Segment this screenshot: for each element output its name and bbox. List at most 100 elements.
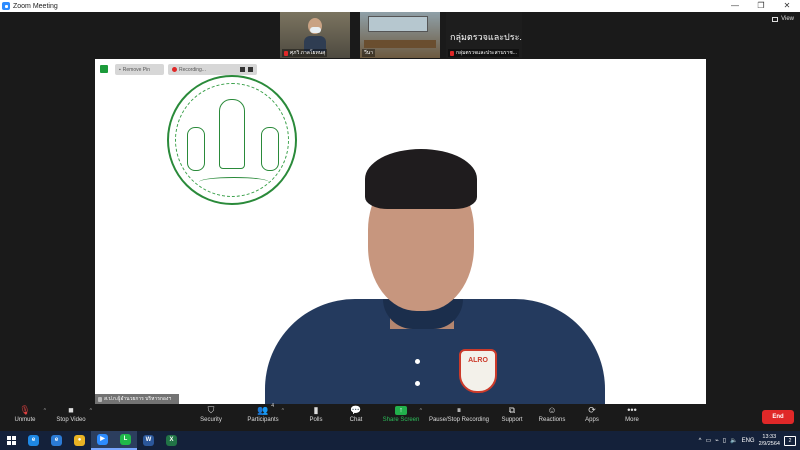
mic-muted-icon xyxy=(98,396,102,402)
notifications-icon[interactable]: 2 xyxy=(784,435,796,446)
participants-button[interactable]: 👥 4 Participants ^ xyxy=(238,403,288,423)
view-button-label: View xyxy=(781,16,794,22)
participant-thumbnail[interactable]: วีนา xyxy=(360,12,440,58)
shield-icon: ⛉ xyxy=(207,405,215,415)
meeting-stage: View ศุภวิ ภาลโยทนสุ วีนา กลุ่มตรวจและปร… xyxy=(0,12,800,404)
clock-date: 2/9/2564 xyxy=(758,440,780,447)
support-icon: ⧉ xyxy=(508,405,516,415)
taskbar-app-word[interactable]: W xyxy=(137,431,160,450)
speaker-video: ALRO xyxy=(265,149,605,404)
encryption-shield-icon[interactable] xyxy=(99,64,109,74)
stop-video-label: Stop Video xyxy=(56,417,86,423)
participant-display-name: กลุ่มตรวจและประ... xyxy=(450,32,522,42)
taskbar-app-excel[interactable]: X xyxy=(160,431,183,450)
taskbar-app-ie[interactable]: e xyxy=(45,431,68,450)
stop-recording-icon[interactable] xyxy=(248,67,253,72)
unmute-button[interactable]: 🎙 Unmute ^ xyxy=(0,405,50,424)
system-clock[interactable]: 13:33 2/9/2564 xyxy=(759,434,780,448)
pause-recording-icon[interactable] xyxy=(240,67,245,72)
recording-indicator: Recording... xyxy=(168,64,257,75)
windows-logo-icon xyxy=(6,436,16,445)
share-screen-label: Share Screen xyxy=(382,417,420,423)
pause-stop-recording-label: Pause/Stop Recording xyxy=(428,417,490,423)
show-hidden-icons-icon[interactable]: ^ xyxy=(699,438,702,444)
pin-icon: ▪ xyxy=(119,66,121,73)
chrome-icon: ● xyxy=(74,435,85,446)
clock-time: 13:33 xyxy=(762,433,777,440)
word-icon: W xyxy=(143,435,154,446)
windows-taskbar: e e ● ▶ L W X ^ ▭ ⌁ ▯ 🔈 ENG 13:33 2/9/25… xyxy=(0,431,800,450)
participant-name-tag: ศุภวิ ภาลโยทนสุ xyxy=(282,49,328,57)
polls-bar-chart-icon: ▮ xyxy=(313,405,319,415)
reactions-label: Reactions xyxy=(538,417,566,423)
view-button[interactable]: View xyxy=(772,16,794,22)
pause-stop-recording-button[interactable]: ⏸ Pause/Stop Recording xyxy=(424,405,494,424)
internet-explorer-icon: e xyxy=(51,435,62,446)
mic-muted-icon: 🎙 xyxy=(19,405,31,415)
chat-button[interactable]: 💬 Chat xyxy=(331,405,381,424)
apps-icon: ⟳ xyxy=(588,405,596,415)
window-controls: — ❐ ✕ xyxy=(722,0,800,12)
pause-stop-icon: ⏸ xyxy=(456,405,462,415)
video-options-caret-icon[interactable]: ^ xyxy=(90,408,92,414)
speaker-name-tag: ส.ป.ก.ผู้อำนวยการ บริหารกองฯ xyxy=(95,394,179,404)
chat-bubble-icon: 💬 xyxy=(350,405,362,415)
security-label: Security xyxy=(200,417,222,423)
participant-name: กลุ่มตรวจและประสานราช... xyxy=(456,50,517,56)
share-screen-arrow-icon: ↑ xyxy=(395,406,407,415)
network-icon[interactable]: ▭ xyxy=(705,437,711,444)
security-button[interactable]: ⛉ Security xyxy=(186,405,236,424)
share-screen-button[interactable]: ↑ Share Screen ^ xyxy=(376,406,426,423)
edge-icon: e xyxy=(28,435,39,446)
smiley-plus-icon: ☺ xyxy=(547,405,557,415)
window-titlebar: Zoom Meeting — ❐ ✕ xyxy=(0,0,800,12)
participants-count: 4 xyxy=(271,403,274,409)
battery-icon[interactable]: ▯ xyxy=(723,437,726,444)
remove-pin-label: Remove Pin xyxy=(122,66,151,73)
zoom-app-icon xyxy=(2,2,10,10)
participant-name-tag: วีนา xyxy=(362,49,376,57)
taskbar-app-line[interactable]: L xyxy=(114,431,137,450)
chat-label: Chat xyxy=(349,417,363,423)
remove-pin-button[interactable]: ▪ Remove Pin xyxy=(115,64,164,75)
support-label: Support xyxy=(501,417,523,423)
volume-icon[interactable]: 🔈 xyxy=(730,437,737,444)
apps-label: Apps xyxy=(585,417,599,423)
taskbar-app-chrome[interactable]: ● xyxy=(68,431,91,450)
participant-name: ศุภวิ ภาลโยทนสุ xyxy=(290,50,326,56)
grid-view-icon xyxy=(772,16,779,22)
mic-muted-icon xyxy=(284,50,288,56)
excel-icon: X xyxy=(166,435,177,446)
speaker-name: ส.ป.ก.ผู้อำนวยการ บริหารกองฯ xyxy=(104,396,172,402)
close-button[interactable]: ✕ xyxy=(774,0,800,12)
start-button[interactable] xyxy=(0,431,22,450)
meeting-toolbar: 🎙 Unmute ^ ■ Stop Video ^ ⛉ Security 👥 4… xyxy=(0,403,800,431)
keyboard-language[interactable]: ENG xyxy=(742,438,755,444)
more-button[interactable]: ••• More xyxy=(607,406,657,424)
participants-caret-icon[interactable]: ^ xyxy=(282,408,284,414)
taskbar-app-zoom[interactable]: ▶ xyxy=(91,431,114,450)
system-tray: ^ ▭ ⌁ ▯ 🔈 ENG 13:33 2/9/2564 2 xyxy=(699,431,800,450)
maximize-button[interactable]: ❐ xyxy=(748,0,774,12)
participant-thumbnail[interactable]: กลุ่มตรวจและประ... กลุ่มตรวจและประสานราช… xyxy=(446,12,522,58)
mic-muted-icon xyxy=(450,50,454,56)
polls-label: Polls xyxy=(309,417,323,423)
window-title: Zoom Meeting xyxy=(13,2,58,10)
participant-name-tag: กลุ่มตรวจและประสานราช... xyxy=(448,49,519,57)
unmute-label: Unmute xyxy=(14,417,36,423)
end-meeting-button[interactable]: End xyxy=(762,410,794,424)
participants-icon: 👥 xyxy=(257,405,269,415)
video-camera-icon: ■ xyxy=(68,405,74,415)
shirt-logo: ALRO xyxy=(459,349,497,393)
stop-video-button[interactable]: ■ Stop Video ^ xyxy=(46,405,96,424)
participant-video xyxy=(304,18,326,52)
pinned-video: ▪ Remove Pin Recording... ALRO ส.ป.ก.ผู้… xyxy=(95,59,706,404)
usb-icon[interactable]: ⌁ xyxy=(715,437,719,444)
minimize-button[interactable]: — xyxy=(722,0,748,12)
recording-label: Recording... xyxy=(179,66,206,73)
taskbar-app-edge[interactable]: e xyxy=(22,431,45,450)
participant-thumbnail[interactable]: ศุภวิ ภาลโยทนสุ xyxy=(280,12,350,58)
recording-dot-icon xyxy=(172,67,177,72)
share-options-caret-icon[interactable]: ^ xyxy=(420,408,422,414)
more-label: More xyxy=(625,417,639,423)
